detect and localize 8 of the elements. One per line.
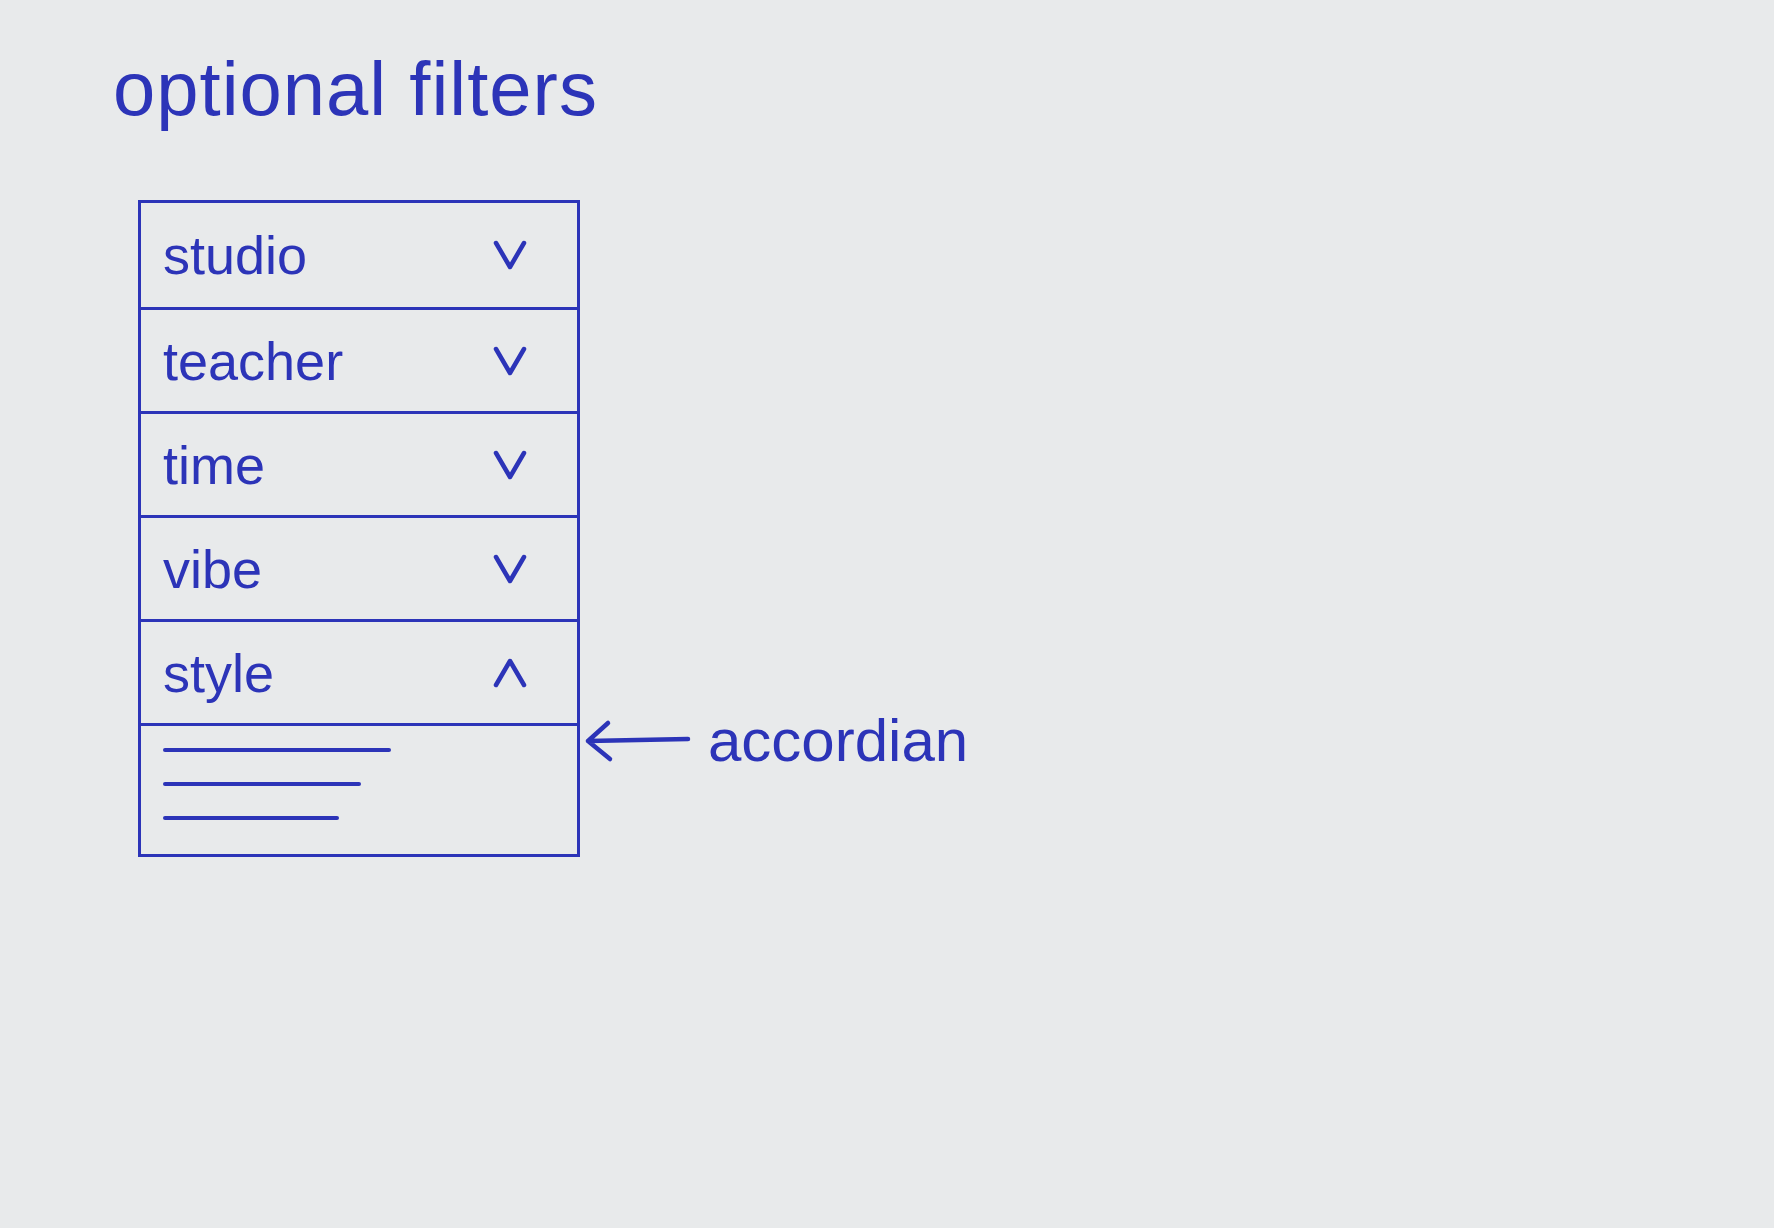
- accordion-header[interactable]: time: [141, 411, 577, 515]
- accordion-header[interactable]: teacher: [141, 307, 577, 411]
- accordion-header[interactable]: studio: [141, 203, 577, 307]
- accordion-header[interactable]: style: [141, 619, 577, 723]
- annotation-text: accordian: [708, 706, 969, 776]
- accordion-header[interactable]: vibe: [141, 515, 577, 619]
- arrow-icon: [584, 719, 692, 763]
- page-title: optional filters: [113, 45, 598, 133]
